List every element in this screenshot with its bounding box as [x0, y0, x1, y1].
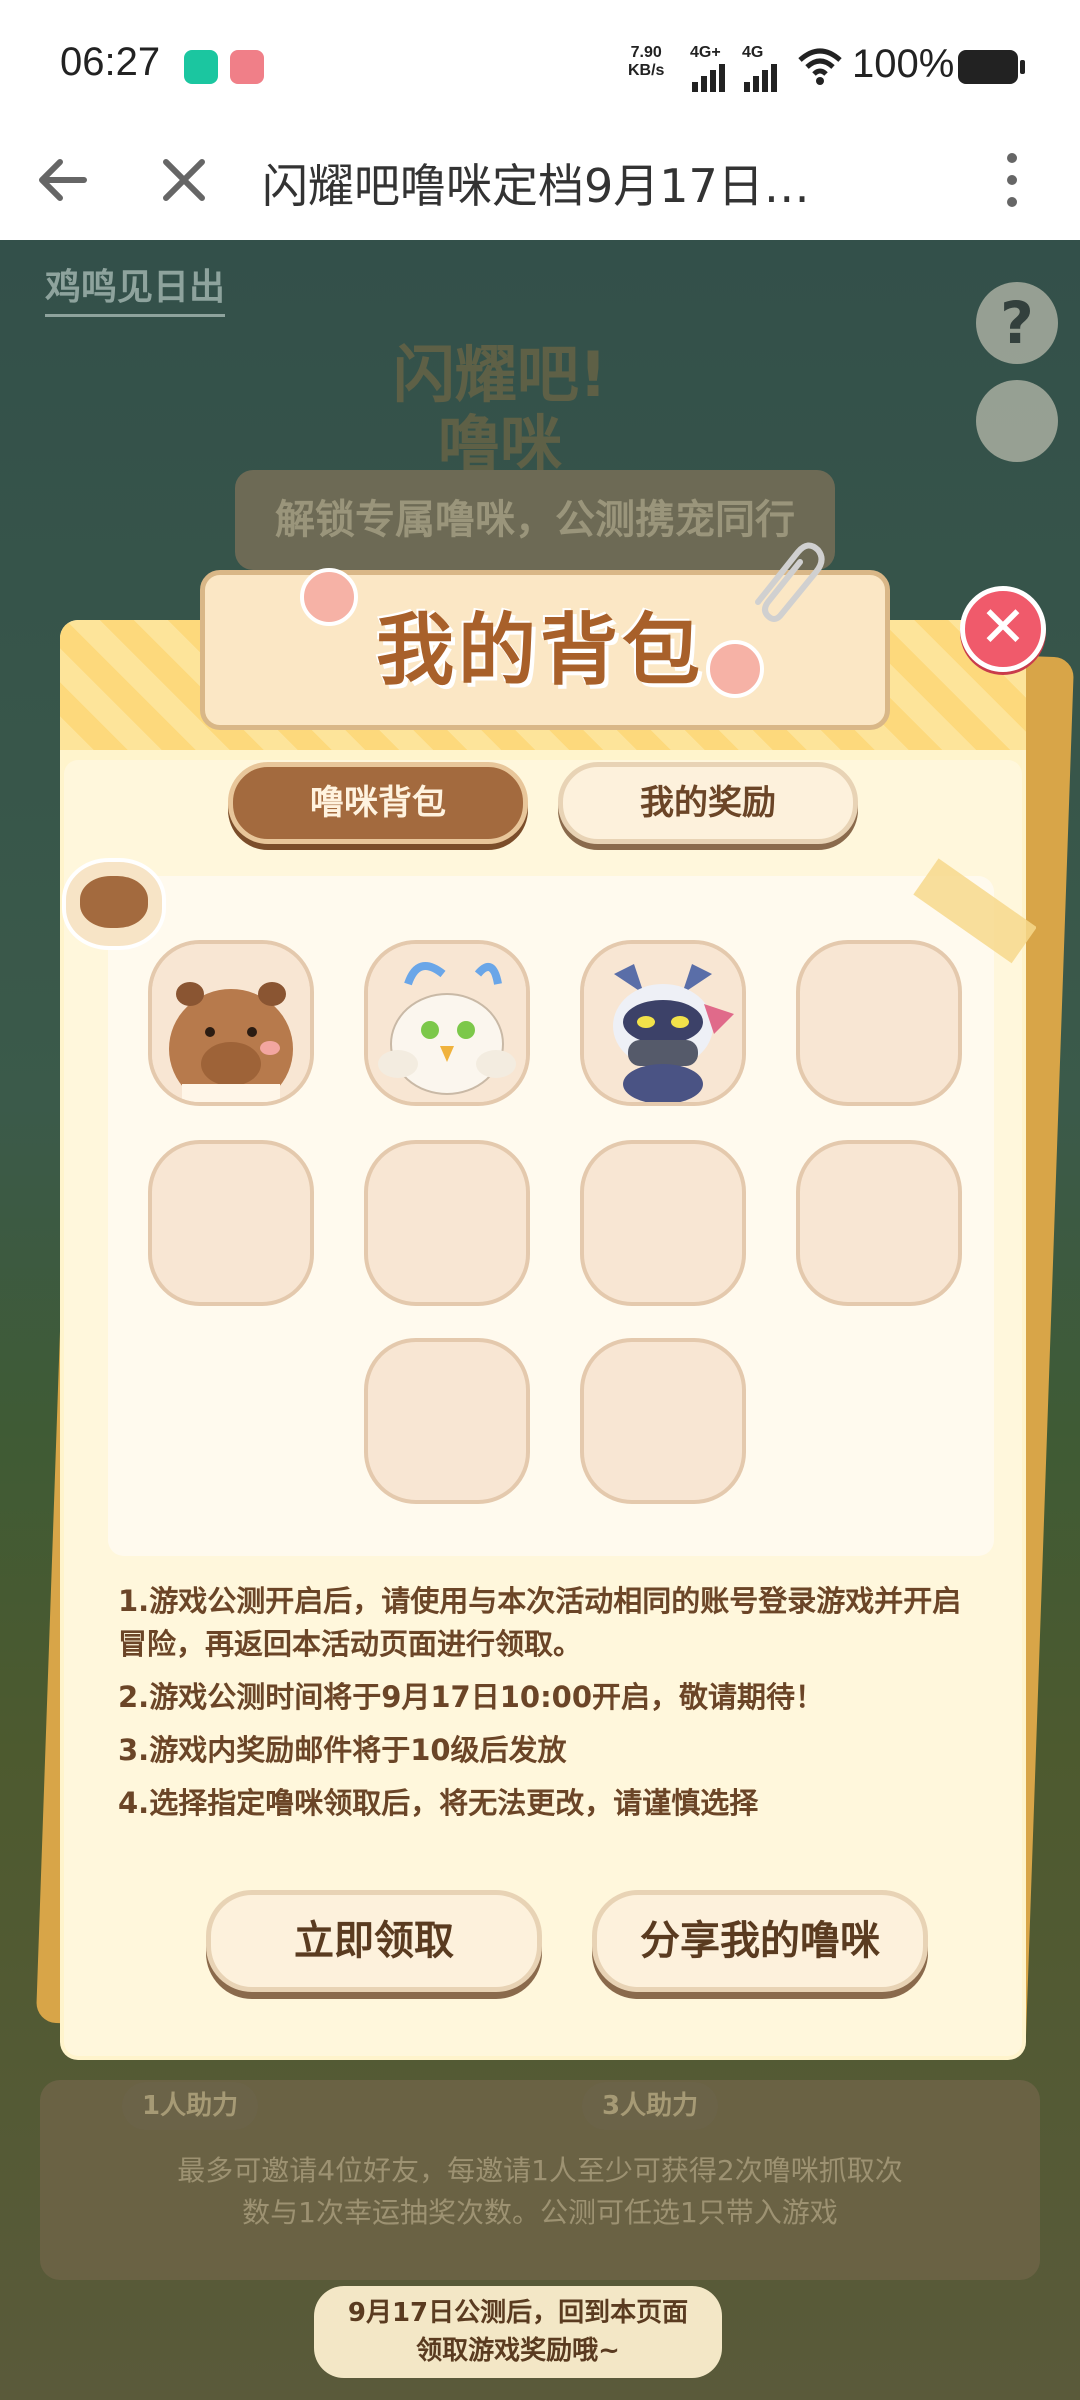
signal-4gplus: 4G+ [690, 44, 728, 92]
more-vertical-icon[interactable] [1000, 150, 1024, 210]
calendar-notification-icon [230, 50, 264, 84]
pet-slot-empty[interactable] [364, 1140, 530, 1306]
wifi-icon [798, 48, 842, 85]
rule-item: 2.游戏公测时间将于9月17日10:00开启，敬请期待！ [118, 1680, 825, 1714]
helper-slot-1: 1人助力 [122, 2082, 259, 2130]
game-logo: 闪耀吧! 噜咪 [392, 338, 608, 481]
pet-slot-empty[interactable] [796, 1140, 962, 1306]
pet-slot-empty[interactable] [148, 1140, 314, 1306]
signal-4g: 4G [742, 44, 780, 92]
pet-slot-bird[interactable] [364, 940, 530, 1106]
pet-slot-empty[interactable] [580, 1140, 746, 1306]
status-time: 06:27 [60, 40, 161, 84]
white-bird-pet-icon [368, 944, 526, 1102]
pet-slot-empty[interactable] [580, 1338, 746, 1504]
rules-list: 1.游戏公测开启后，请使用与本次活动相同的账号登录游戏并开启冒险，再返回本活动页… [118, 1580, 978, 1835]
signal-bars-icon [744, 64, 777, 92]
reward-tip-bubble: 9月17日公测后，回到本页面 领取游戏奖励哦~ [314, 2286, 722, 2378]
modal-close-button[interactable]: ✕ [960, 586, 1046, 672]
help-button[interactable]: ? [976, 282, 1058, 364]
battery-percent: 100% [852, 42, 955, 86]
pet-slot-capybara[interactable] [148, 940, 314, 1106]
pet-slot-empty[interactable] [796, 940, 962, 1106]
app-notification-icon [184, 50, 218, 84]
close-icon[interactable] [158, 154, 210, 206]
helper-slot-3: 3人助力 [582, 2082, 719, 2130]
capybara-pet-icon [152, 944, 310, 1102]
share-my-pet-button[interactable]: 分享我的噜咪 [592, 1890, 928, 1992]
cat-face-icon [62, 858, 166, 950]
battery-icon [958, 50, 1025, 84]
network-speed: 7.90 KB/s [628, 44, 665, 79]
pet-slot-dragon[interactable] [580, 940, 746, 1106]
modal-title: 我的背包 [375, 606, 704, 696]
event-header-title: 鸡鸣见日出 [45, 258, 226, 317]
backpack-button[interactable] [976, 380, 1058, 462]
pet-slot-empty[interactable] [364, 1338, 530, 1504]
tab-pet-backpack[interactable]: 噜咪背包 [228, 762, 528, 844]
page-title: 闪耀吧噜咪定档9月17日… [262, 159, 810, 213]
back-arrow-icon[interactable] [32, 150, 92, 210]
claim-now-button[interactable]: 立即领取 [206, 1890, 542, 1992]
rule-item: 1.游戏公测开启后，请使用与本次活动相同的账号登录游戏并开启冒险，再返回本活动页… [118, 1584, 962, 1661]
rule-item: 4.选择指定噜咪领取后，将无法更改，请谨慎选择 [118, 1786, 759, 1820]
masked-dragon-pet-icon [584, 944, 742, 1102]
signal-bars-icon [692, 64, 725, 92]
tab-my-rewards[interactable]: 我的奖励 [558, 762, 858, 844]
invite-description: 最多可邀请4位好友，每邀请1人至少可获得2次噜咪抓取次数与1次幸运抽奖次数。公测… [177, 2154, 903, 2229]
rule-item: 3.游戏内奖励邮件将于10级后发放 [118, 1733, 567, 1767]
